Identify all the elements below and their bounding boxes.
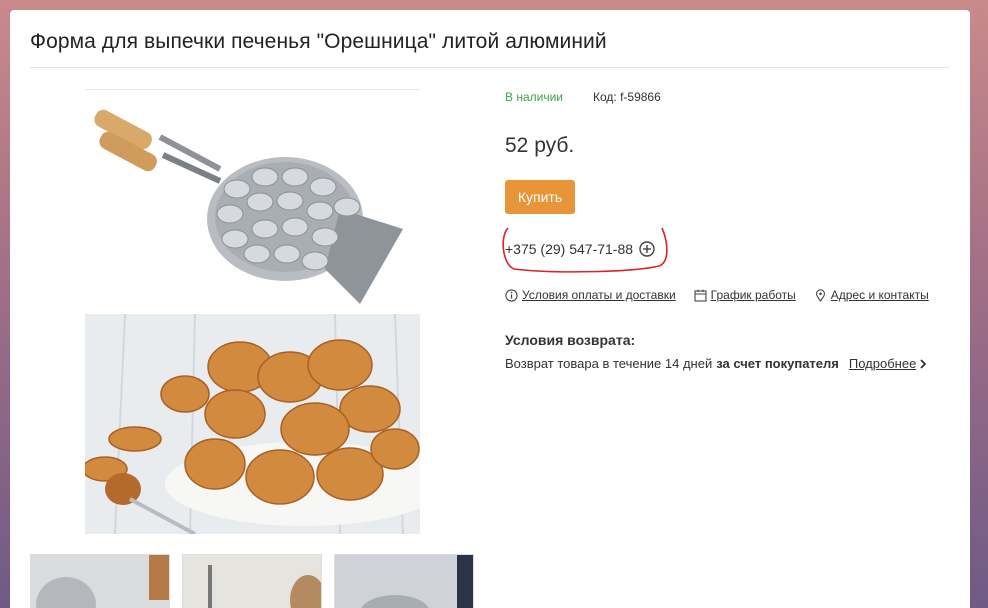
address-contacts-label: Адрес и контакты xyxy=(830,288,929,302)
thumbnail-3[interactable] xyxy=(334,554,474,608)
info-icon xyxy=(505,288,518,302)
more-details-link[interactable]: Подробнее xyxy=(849,356,927,371)
work-schedule-label: График работы xyxy=(710,288,796,302)
product-main-image[interactable] xyxy=(85,89,420,534)
return-policy-text: Возврат товара в течение 14 дней за счет… xyxy=(505,356,927,371)
product-card: Форма для выпечки печенья "Орешница" лит… xyxy=(10,10,970,608)
map-pin-icon xyxy=(814,288,827,302)
info-links: Условия оплаты и доставки График работы … xyxy=(505,288,929,302)
work-schedule-link[interactable]: График работы xyxy=(694,288,796,302)
address-contacts-link[interactable]: Адрес и контакты xyxy=(814,288,929,302)
return-payer-text: за счет покупателя xyxy=(716,356,839,371)
plus-circle-icon[interactable] xyxy=(639,241,655,257)
thumbnail-2[interactable] xyxy=(182,554,322,608)
product-price: 52 руб. xyxy=(505,134,575,157)
calendar-icon xyxy=(694,289,707,302)
thumbnail-1[interactable] xyxy=(30,554,170,608)
return-policy-title: Условия возврата: xyxy=(505,332,636,348)
more-details-label: Подробнее xyxy=(848,356,917,371)
title-divider xyxy=(30,67,949,68)
return-period-text: Возврат товара в течение 14 дней xyxy=(505,356,713,371)
payment-delivery-label: Условия оплаты и доставки xyxy=(522,288,676,302)
page-title: Форма для выпечки печенья "Орешница" лит… xyxy=(30,30,607,53)
buy-button[interactable]: Купить xyxy=(505,180,575,214)
product-code: Код: f-59866 xyxy=(593,90,661,104)
phone-row: +375 (29) 547-71-88 xyxy=(505,241,655,257)
payment-delivery-link[interactable]: Условия оплаты и доставки xyxy=(505,288,676,302)
stock-status: В наличии xyxy=(505,90,564,104)
chevron-right-icon xyxy=(920,358,927,369)
phone-number[interactable]: +375 (29) 547-71-88 xyxy=(505,241,633,257)
